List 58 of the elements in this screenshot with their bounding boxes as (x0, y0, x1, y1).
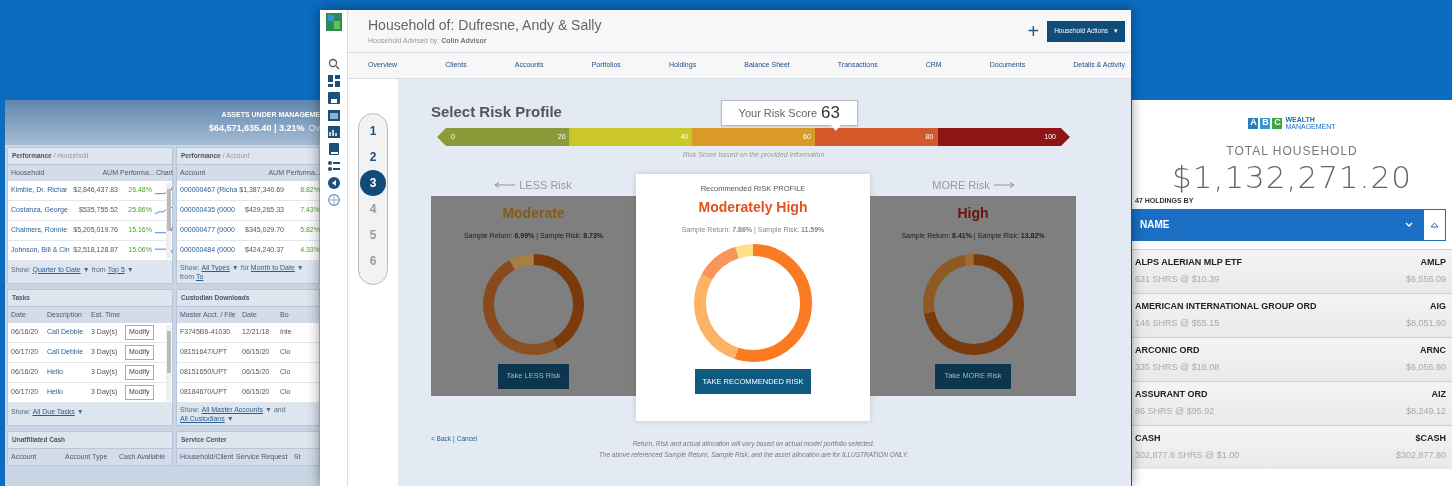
step-number[interactable]: 2 (360, 144, 386, 170)
holding-ticker: ARNC (1420, 344, 1446, 357)
total-value: $1,132,271.20 (1171, 160, 1413, 194)
risk-score-tooltip: Your Risk Score 63 (720, 100, 858, 126)
left-arrow-icon (495, 182, 516, 188)
holding-row[interactable]: CASH $CASH 302,877.8 SHRS @ $1.00 $302,877.80 (1132, 424, 1452, 469)
holding-shares: 335 SHRS @ $18.08 (1135, 360, 1220, 374)
sparkline-chart (154, 205, 173, 216)
right-arrow-icon (993, 182, 1014, 188)
direction-label: LESS Risk (519, 177, 572, 193)
chart-icon[interactable] (327, 126, 340, 138)
holding-value: $6,056.80 (1405, 360, 1446, 374)
globe-icon[interactable] (327, 194, 340, 206)
holding-ticker: AIG (1430, 300, 1446, 313)
holding-name: ALPS ALERIAN MLP ETF (1135, 256, 1242, 269)
profile-title: High (957, 204, 989, 223)
aum-label: Ov (308, 122, 320, 135)
save-icon[interactable] (327, 92, 340, 104)
step-number[interactable]: 3 (360, 170, 386, 196)
holding-ticker: $CASH (1415, 432, 1446, 445)
aum-value: $64,571,635.40 | 3.21% (208, 122, 305, 135)
book-icon[interactable] (327, 143, 340, 155)
search-icon[interactable] (327, 58, 340, 70)
holding-value: $6,556.09 (1405, 272, 1446, 286)
profile-title: Moderately High (698, 198, 808, 218)
dashboard-icon[interactable] (327, 75, 340, 87)
window-title: Household of: Dufresne, Andy & Sally (368, 16, 602, 36)
list-icon[interactable] (327, 160, 340, 172)
holding-value: $8,249.12 (1405, 404, 1446, 418)
sparkline-chart (154, 185, 173, 196)
holding-ticker: AIZ (1431, 388, 1446, 401)
step-number[interactable]: 1 (360, 118, 386, 144)
holding-row[interactable]: ALPS ALERIAN MLP ETF AMLP 631 SHRS @ $10.39 $6,556.09 (1132, 248, 1452, 293)
holding-shares: 631 SHRS @ $10.39 (1135, 272, 1220, 286)
holding-shares: 302,877.8 SHRS @ $1.00 (1135, 448, 1240, 462)
sort-order-button[interactable] (1423, 208, 1446, 241)
logo-icon (325, 13, 342, 31)
section-heading: Select Risk Profile (431, 102, 562, 121)
profile-title: Moderate (502, 204, 565, 223)
sort-dropdown[interactable]: NAME (1132, 208, 1423, 241)
holding-name: CASH (1135, 432, 1161, 445)
scrollbar[interactable] (166, 325, 171, 401)
holding-name: AMERICAN INTERNATIONAL GROUP ORD (1135, 300, 1317, 313)
total-label: TOTAL HOUSEHOLD (1225, 143, 1359, 160)
holding-shares: 146 SHRS @ $55.15 (1135, 316, 1220, 330)
add-button[interactable]: + (1027, 21, 1040, 41)
holding-value: $302,877.80 (1395, 448, 1446, 462)
holding-ticker: AMLP (1420, 256, 1446, 269)
holding-row[interactable]: AMERICAN INTERNATIONAL GROUP ORD AIG 146 SHRS @ $55.15 $8,051.90 (1132, 292, 1452, 337)
scrollbar[interactable] (166, 183, 171, 259)
chevron-down-icon (1405, 222, 1413, 227)
sparkline-chart (154, 225, 173, 236)
triangle-up-icon (1430, 221, 1439, 228)
holding-row[interactable]: ARCONIC ORD ARNC 335 SHRS @ $18.08 $6,056.80 (1132, 336, 1452, 381)
holding-name: ASSURANT ORD (1135, 388, 1208, 401)
direction-label: MORE Risk (932, 177, 990, 193)
holding-name: ARCONIC ORD (1135, 344, 1200, 357)
holding-value: $8,051.90 (1405, 316, 1446, 330)
